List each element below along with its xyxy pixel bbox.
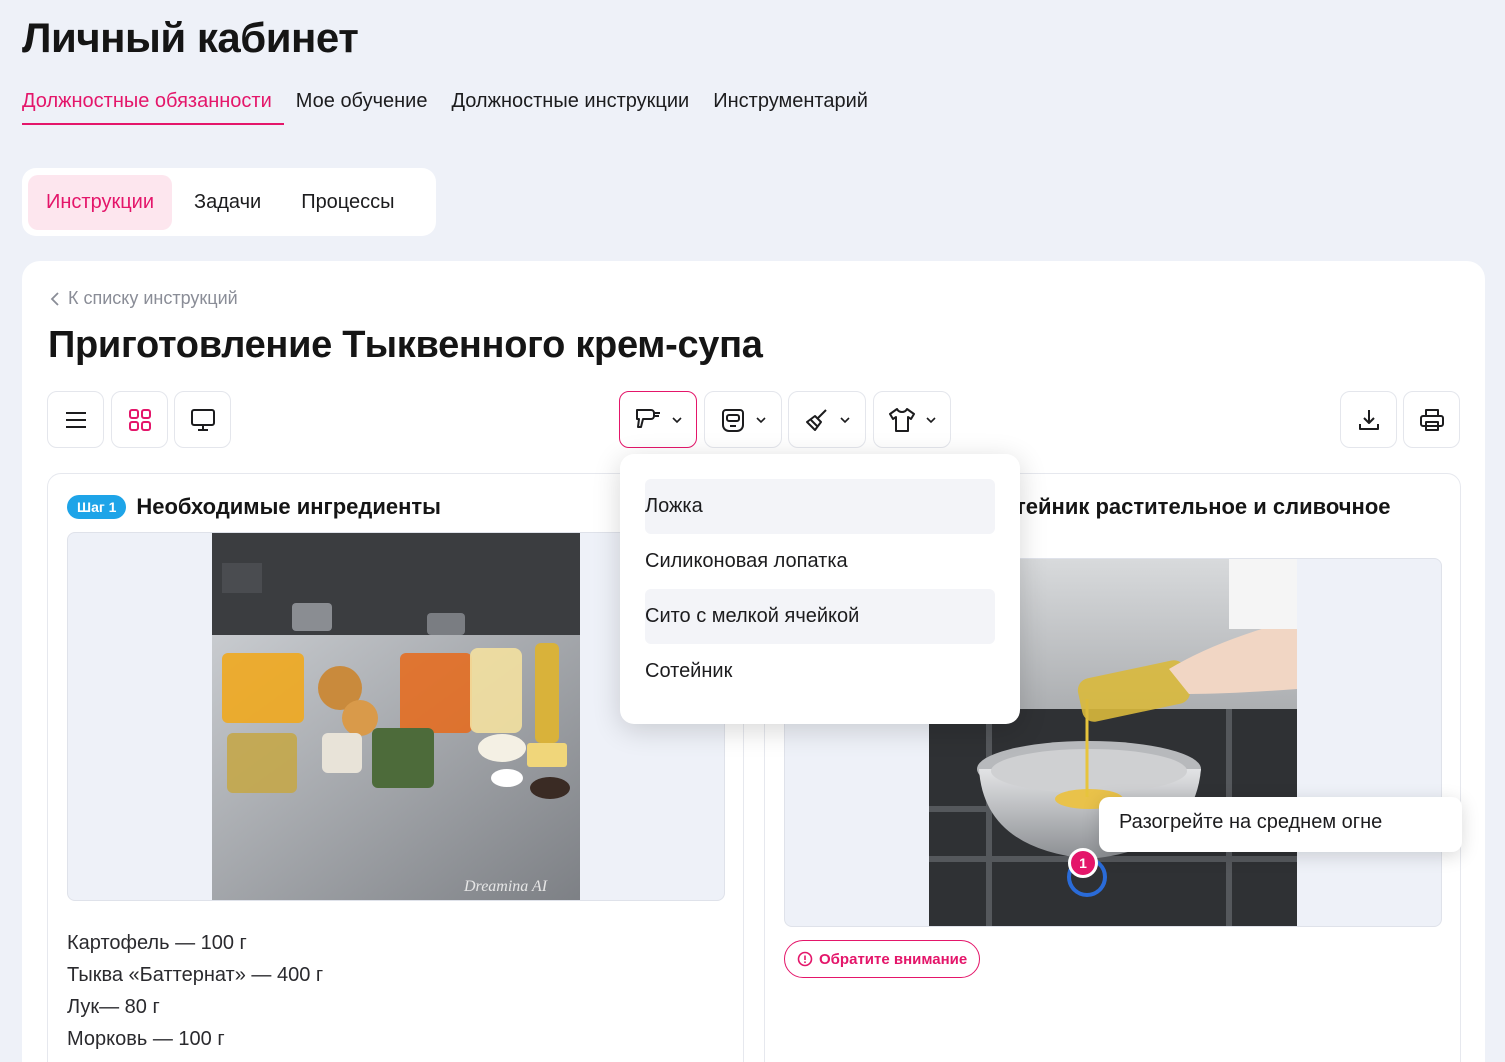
step-header: Шаг 1 Необходимые ингредиенты — [67, 494, 441, 520]
presentation-view-button[interactable] — [174, 391, 231, 448]
list-icon — [65, 411, 86, 428]
broom-icon — [806, 408, 827, 431]
sub-tabs: Инструкции Задачи Процессы — [22, 168, 436, 236]
monitor-icon — [190, 408, 215, 431]
ingredient-item: Картофель — 100 г — [67, 932, 247, 954]
tab-job-instructions[interactable]: Должностные инструкции — [439, 90, 701, 125]
chevron-down-icon — [840, 416, 850, 423]
ingredient-item: Морковь — 100 г — [67, 1028, 225, 1050]
hand-mixer-icon — [636, 408, 660, 428]
step-title: тейник растительное и сливочное — [1015, 494, 1391, 519]
welding-mask-icon — [722, 408, 744, 432]
utensils-dropdown-menu: Ложка Силиконовая лопатка Сито с мелкой … — [620, 454, 1020, 724]
attention-button[interactable]: Обратите внимание — [784, 940, 981, 978]
subtab-processes[interactable]: Процессы — [283, 175, 412, 230]
grid-view-button[interactable] — [111, 391, 168, 448]
watermark-text: Dreamina AI — [463, 878, 548, 895]
dropdown-item[interactable]: Сито с мелкой ячейкой — [645, 589, 995, 644]
ingredient-item: Лук— 80 г — [67, 996, 160, 1018]
cleaning-filter-button[interactable] — [788, 391, 866, 448]
hotspot-tooltip: Разогрейте на среднем огне — [1099, 797, 1462, 852]
download-button[interactable] — [1340, 391, 1397, 448]
list-view-button[interactable] — [47, 391, 104, 448]
back-link[interactable]: К списку инструкций — [50, 288, 238, 309]
instruction-title: Приготовление Тыквенного крем-супа — [48, 324, 763, 366]
ppe-filter-button[interactable] — [704, 391, 782, 448]
tshirt-icon — [889, 407, 915, 432]
print-icon — [1419, 408, 1444, 431]
chevron-down-icon — [756, 416, 766, 423]
download-icon — [1358, 409, 1379, 430]
chevron-left-icon — [50, 291, 59, 306]
tab-my-training[interactable]: Мое обучение — [284, 90, 440, 125]
chevron-down-icon — [926, 416, 936, 423]
ingredient-item: Тыква «Баттернат» — 400 г — [67, 964, 324, 986]
grid-icon — [128, 408, 151, 431]
main-tabs: Должностные обязанности Мое обучение Дол… — [22, 90, 880, 125]
print-button[interactable] — [1403, 391, 1460, 448]
dropdown-item[interactable]: Ложка — [645, 479, 995, 534]
subtab-tasks[interactable]: Задачи — [176, 175, 279, 230]
attention-label: Обратите внимание — [819, 950, 968, 968]
hotspot-marker[interactable]: 1 — [1068, 848, 1098, 878]
step-title: Необходимые ингредиенты — [136, 494, 441, 519]
dropdown-item[interactable]: Сотейник — [645, 644, 995, 699]
subtab-instructions[interactable]: Инструкции — [28, 174, 173, 230]
step-header: тейник растительное и сливочное — [1015, 494, 1391, 520]
dropdown-item[interactable]: Силиконовая лопатка — [645, 534, 995, 589]
tab-tools[interactable]: Инструментарий — [701, 90, 880, 125]
alert-circle-icon — [797, 951, 813, 967]
step-badge: Шаг 1 — [67, 495, 127, 519]
tab-job-duties[interactable]: Должностные обязанности — [22, 90, 284, 125]
ingredients-photo: Dreamina AI — [212, 533, 580, 900]
clothing-filter-button[interactable] — [873, 391, 951, 448]
chevron-down-icon — [672, 416, 682, 423]
page-title: Личный кабинет — [22, 14, 359, 61]
back-link-label: К списку инструкций — [68, 288, 238, 308]
utensils-filter-button[interactable] — [619, 391, 697, 448]
